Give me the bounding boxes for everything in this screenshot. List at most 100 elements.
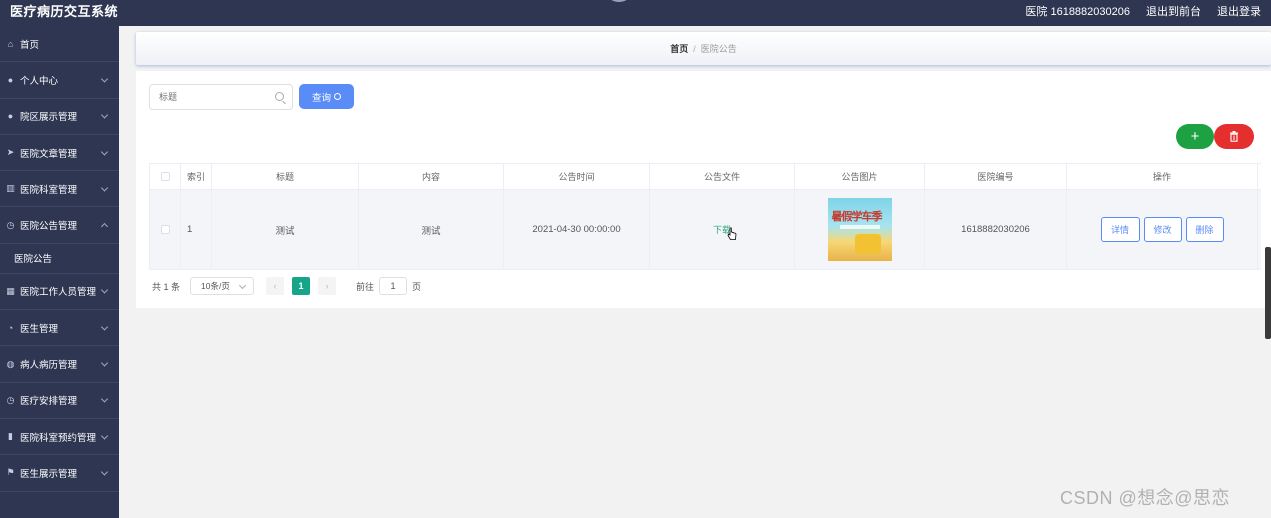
cell-title: 测试: [212, 190, 359, 269]
next-page-button[interactable]: ›: [318, 277, 337, 295]
page-unit-label: 页: [412, 281, 422, 292]
user-icon: ●: [7, 111, 14, 122]
thumbnail-caption: 暑假学车季: [831, 211, 883, 223]
clock-icon: ◷: [6, 219, 15, 230]
sidebar-item-medical-records[interactable]: ◍ 病人病历管理: [0, 346, 119, 383]
sidebar-subitem-announcement[interactable]: 医院公告: [0, 244, 119, 274]
page-scrollbar[interactable]: [1265, 247, 1271, 339]
chevron-down-icon: [100, 286, 109, 294]
chevron-up-icon: [100, 223, 109, 231]
bus-icon: [854, 234, 881, 254]
breadcrumb-home[interactable]: 首页: [670, 42, 688, 55]
column-header-actions: 操作: [1067, 164, 1258, 189]
page-size-select[interactable]: 10条/页: [190, 277, 255, 295]
avatar-arc-icon: [604, 0, 634, 2]
globe-icon: ◍: [6, 358, 15, 369]
app-title: 医疗病历交互系统: [10, 4, 119, 19]
page-number-current[interactable]: 1: [292, 277, 311, 295]
chevron-down-icon: [100, 147, 109, 156]
chart-icon: ▥: [6, 183, 15, 194]
column-header-time: 公告时间: [504, 164, 650, 189]
header-select-all: [149, 164, 181, 189]
sidebar: ⌂ 首页 ● 个人中心 ● 院区展示管理 ➤ 医院文章管理 ▥ 医院科室管理 ◷…: [0, 26, 119, 518]
add-button[interactable]: +: [1176, 124, 1214, 149]
chevron-down-icon: [100, 395, 109, 403]
chevron-down-icon: [100, 468, 109, 476]
user-icon: ●: [7, 74, 14, 85]
sidebar-item-label: 医院工作人员管理: [20, 287, 97, 299]
chevron-down-icon: [100, 75, 109, 83]
home-icon: ⌂: [7, 38, 14, 49]
cell-content: 测试: [359, 190, 504, 269]
pagination: 共 1 条 10条/页 ‹ 1 › 前往 1 页: [152, 277, 421, 295]
search-icon: [334, 93, 341, 100]
sidebar-item-label: 个人中心: [20, 75, 59, 87]
breadcrumb-separator: /: [693, 43, 696, 54]
column-header-file: 公告文件: [650, 164, 795, 189]
cell-file: 下载: [650, 190, 795, 269]
select-all-checkbox[interactable]: [160, 172, 170, 181]
edit-button[interactable]: 修改: [1143, 217, 1182, 242]
sidebar-item-departments[interactable]: ▥ 医院科室管理: [0, 171, 119, 208]
sidebar-item-label: 医生展示管理: [20, 468, 78, 480]
chevron-down-icon: [100, 359, 109, 367]
watermark: CSDN @想念@思恋: [1060, 488, 1231, 508]
sidebar-item-personal-center[interactable]: ● 个人中心: [0, 62, 119, 99]
sidebar-item-label: 医疗安排管理: [20, 396, 78, 408]
sidebar-item-campus-display[interactable]: ● 院区展示管理: [0, 99, 119, 135]
chevron-down-icon: [100, 432, 109, 440]
breadcrumb-current: 医院公告: [700, 44, 737, 54]
cell-image: 暑假学车季: [795, 190, 925, 269]
chevron-down-icon: [100, 323, 109, 331]
sidebar-item-appointments[interactable]: ▮ 医院科室预约管理: [0, 419, 119, 456]
column-header-hospital-no: 医院编号: [925, 164, 1067, 189]
cell-actions: 详情 修改 删除: [1067, 190, 1258, 269]
header-right: 医院 1618882030206 退出到前台 退出登录: [1025, 3, 1261, 19]
sidebar-item-doctors[interactable]: ◔ 医生管理: [0, 310, 119, 347]
detail-button[interactable]: 详情: [1100, 217, 1140, 242]
sidebar-item-schedules[interactable]: ◷ 医疗安排管理: [0, 383, 119, 419]
sidebar-item-label: 医院文章管理: [20, 148, 78, 160]
cell-index: 1: [181, 190, 212, 269]
sidebar-item-staff[interactable]: ▦ 医院工作人员管理: [0, 274, 119, 311]
column-header-content: 内容: [359, 164, 504, 189]
column-header-title: 标题: [212, 164, 359, 189]
sidebar-item-label: 医生管理: [20, 323, 59, 335]
delete-button[interactable]: 删除: [1185, 217, 1224, 242]
title-search-input[interactable]: [159, 86, 269, 108]
sidebar-item-home[interactable]: ⌂ 首页: [0, 26, 119, 63]
table-header-row: 索引 标题 内容 公告时间 公告文件 公告图片 医院编号 操作: [149, 163, 1261, 190]
hand-cursor-icon: [727, 227, 737, 240]
cell-hospital-no: 1618882030206: [925, 190, 1067, 269]
row-checkbox[interactable]: [160, 225, 170, 234]
main-content: 首页 / 医院公告 查询 + 索引 标题 内容 公告时间 公告文件 公告图片: [119, 26, 1271, 518]
sidebar-item-doctor-display[interactable]: ⚑ 医生展示管理: [0, 455, 119, 492]
column-header-index: 索引: [181, 164, 212, 189]
row-select-cell: [149, 190, 181, 269]
sidebar-item-label: 病人病历管理: [20, 360, 78, 372]
sidebar-item-label: 医院公告管理: [20, 221, 78, 233]
announcement-thumbnail[interactable]: 暑假学车季: [827, 198, 892, 261]
batch-delete-button[interactable]: [1214, 124, 1254, 149]
send-icon: ➤: [6, 147, 15, 158]
search-icon: [275, 92, 284, 101]
trash-icon: [1230, 131, 1238, 142]
exit-to-frontend-link[interactable]: 退出到前台: [1146, 3, 1201, 19]
goto-page-input[interactable]: 1: [379, 277, 408, 295]
prev-page-button[interactable]: ‹: [266, 277, 285, 295]
dashboard-icon: ◔: [7, 322, 14, 333]
breadcrumb: 首页 / 医院公告: [136, 32, 1271, 65]
sidebar-item-announcements[interactable]: ◷ 医院公告管理: [0, 207, 119, 244]
sidebar-item-articles[interactable]: ➤ 医院文章管理: [0, 135, 119, 172]
sidebar-item-label: 首页: [20, 39, 40, 51]
chevron-down-icon: [100, 111, 109, 119]
announcement-table: 索引 标题 内容 公告时间 公告文件 公告图片 医院编号 操作 1 测试 测试 …: [149, 163, 1261, 270]
sidebar-item-label: 院区展示管理: [20, 112, 78, 124]
goto-label: 前往: [356, 281, 375, 292]
list-panel: 查询 + 索引 标题 内容 公告时间 公告文件 公告图片 医院编号 操作 1 测…: [136, 71, 1271, 308]
sidebar-item-label: 医院科室预约管理: [20, 432, 97, 444]
search-box: [149, 84, 293, 110]
top-bar: 医疗病历交互系统 医院 1618882030206 退出到前台 退出登录: [0, 0, 1271, 26]
logout-link[interactable]: 退出登录: [1217, 3, 1261, 19]
query-button[interactable]: 查询: [299, 84, 354, 109]
